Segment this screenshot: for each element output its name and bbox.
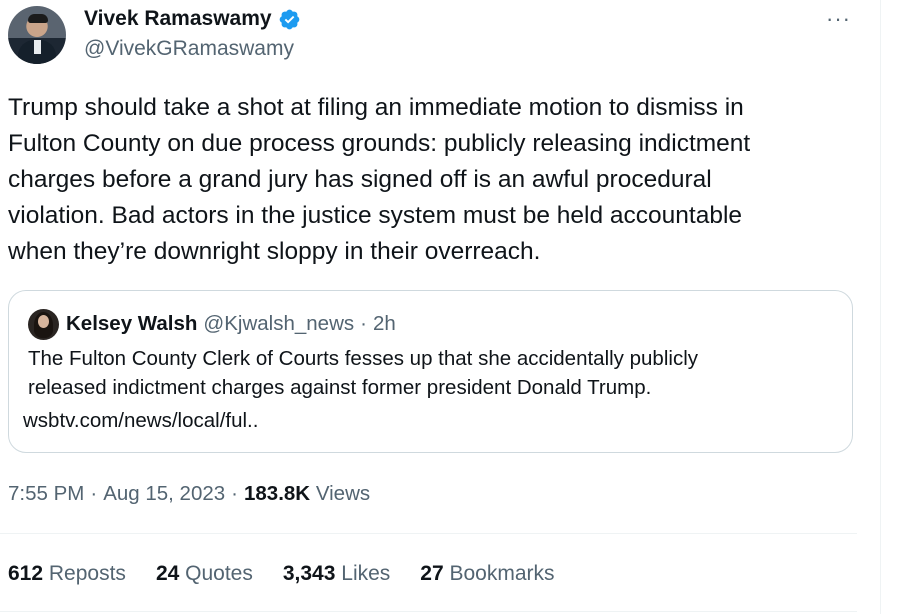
- timestamp-separator: ·: [231, 482, 238, 505]
- quoted-line: released indictment charges against form…: [28, 375, 652, 399]
- verified-badge-icon[interactable]: [278, 8, 301, 31]
- bookmarks-stat[interactable]: 27 Bookmarks: [420, 560, 554, 588]
- tweet-line: Fulton County on due process grounds: pu…: [8, 130, 751, 157]
- quoted-author-name[interactable]: Kelsey Walsh: [66, 311, 197, 337]
- divider: [0, 611, 857, 612]
- engagement-stats: 612 Reposts 24 Quotes 3,343 Likes 27 Boo…: [8, 560, 555, 588]
- likes-stat[interactable]: 3,343 Likes: [283, 560, 390, 588]
- reposts-stat[interactable]: 612 Reposts: [8, 560, 126, 588]
- stat-count: 24: [155, 562, 180, 585]
- quoted-tweet-text: The Fulton County Clerk of Courts fesses…: [28, 345, 828, 402]
- quoted-tweet-card[interactable]: Kelsey Walsh @Kjwalsh_news · 2h The Fult…: [8, 290, 853, 453]
- tweet-line: when they’re downright sloppy in their o…: [8, 238, 541, 265]
- tweet-date[interactable]: Aug 15, 2023: [103, 480, 225, 508]
- timestamp-separator: ·: [90, 482, 98, 505]
- tweet-line: Trump should take a shot at filing an im…: [8, 94, 744, 121]
- author-display-name[interactable]: Vivek Ramaswamy: [84, 6, 272, 32]
- stat-count: 27: [420, 562, 444, 585]
- more-options-icon[interactable]: ···: [826, 6, 851, 32]
- tweet-line: violation. Bad actors in the justice sys…: [8, 202, 743, 229]
- quoted-author-avatar[interactable]: [28, 309, 59, 340]
- stat-count: 612: [8, 562, 44, 585]
- avatar-face: [38, 315, 49, 328]
- quoted-author-handle[interactable]: @Kjwalsh_news: [203, 311, 354, 337]
- stat-label: Bookmarks: [449, 562, 555, 585]
- avatar-shirt: [34, 40, 41, 54]
- tweet-line: charges before a grand jury has signed o…: [8, 166, 712, 193]
- quoted-separator: ·: [360, 312, 367, 335]
- tweet-timestamp-row: 7:55 PM · Aug 15, 2023 · 183.8K Views: [8, 480, 370, 508]
- author-name-row[interactable]: Vivek Ramaswamy: [84, 6, 301, 32]
- stat-label: Quotes: [185, 562, 253, 585]
- tweet-time[interactable]: 7:55 PM: [8, 480, 84, 508]
- author-avatar[interactable]: [8, 6, 66, 64]
- views-group[interactable]: 183.8K Views: [244, 480, 370, 508]
- tweet-text: Trump should take a shot at filing an im…: [8, 90, 848, 270]
- quoted-line: The Fulton County Clerk of Courts fesses…: [28, 347, 698, 370]
- right-rail-divider: [880, 0, 881, 614]
- quoted-time[interactable]: 2h: [373, 311, 396, 337]
- stat-count: 3,343: [282, 562, 336, 585]
- views-count: 183.8K: [244, 482, 311, 505]
- divider: [0, 533, 857, 534]
- quoted-tweet-header: Kelsey Walsh @Kjwalsh_news · 2h: [66, 311, 396, 337]
- quotes-stat[interactable]: 24 Quotes: [156, 560, 253, 588]
- avatar-hair: [28, 14, 48, 23]
- author-handle[interactable]: @VivekGRamaswamy: [84, 36, 294, 62]
- stat-label: Reposts: [48, 562, 126, 585]
- stat-label: Likes: [341, 562, 391, 585]
- quoted-tweet-link[interactable]: wsbtv.com/news/local/ful..: [23, 407, 258, 435]
- views-label: Views: [315, 482, 371, 505]
